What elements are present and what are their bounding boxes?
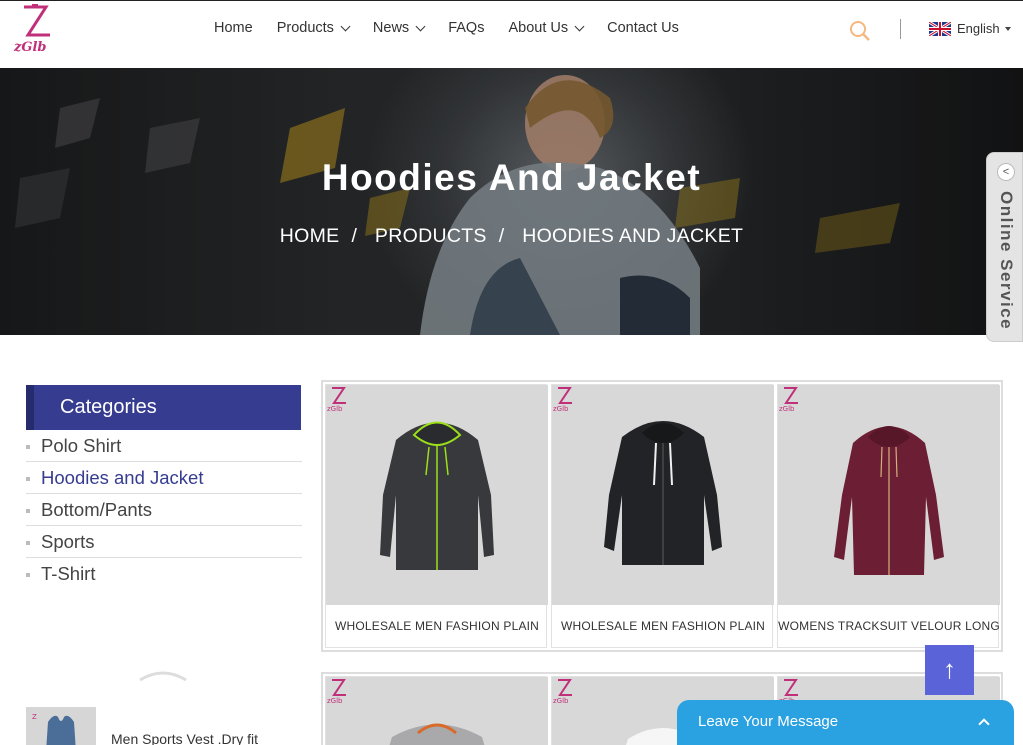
category-list: Polo Shirt Hoodies and Jacket Bottom/Pan… — [26, 430, 302, 590]
product-image: zGlb — [778, 385, 1000, 605]
page: zGlb Home Products News FAQs About Us Co… — [0, 0, 1023, 745]
brand-watermark: zGlb — [553, 387, 572, 413]
breadcrumb-separator: / — [498, 225, 505, 247]
brand-watermark: zGlb — [327, 679, 346, 705]
categories-title: Categories — [60, 396, 157, 418]
chevron-down-icon — [415, 21, 426, 32]
breadcrumb-separator: / — [351, 225, 358, 247]
category-t-shirt[interactable]: T-Shirt — [26, 558, 302, 590]
product-image: zGlb — [552, 385, 774, 605]
svg-text:zGlb: zGlb — [327, 697, 343, 705]
chevron-down-icon — [574, 21, 585, 32]
nav-products[interactable]: Products — [277, 20, 351, 36]
svg-text:zGlb: zGlb — [779, 405, 795, 413]
language-selector[interactable]: English — [929, 21, 1011, 36]
vest-image: Z — [26, 707, 96, 745]
product-image: zGlb — [326, 677, 548, 745]
breadcrumb-current: HOODIES AND JACKET — [522, 225, 744, 247]
collapse-arrow-icon[interactable]: < — [997, 163, 1015, 181]
main-nav: Home Products News FAQs About Us Contact… — [214, 20, 703, 36]
online-service-label: Online Service — [997, 191, 1016, 331]
category-polo-shirt[interactable]: Polo Shirt — [26, 430, 302, 462]
bullet-icon — [26, 477, 30, 481]
brand-watermark: zGlb — [327, 387, 346, 413]
banner-background-image — [0, 68, 1023, 335]
breadcrumb-home[interactable]: HOME — [280, 225, 340, 247]
back-to-top-button[interactable]: ↑ — [925, 645, 974, 695]
site-header: zGlb Home Products News FAQs About Us Co… — [0, 0, 1023, 68]
search-icon[interactable] — [849, 20, 871, 42]
nav-home[interactable]: Home — [214, 20, 253, 36]
brand-watermark: zGlb — [553, 679, 572, 705]
categories-heading: Categories — [26, 385, 301, 430]
nav-faqs[interactable]: FAQs — [448, 20, 484, 36]
bullet-icon — [26, 445, 30, 449]
site-logo[interactable]: zGlb — [12, 3, 62, 55]
breadcrumb-products[interactable]: PRODUCTS — [375, 225, 487, 247]
category-sports[interactable]: Sports — [26, 526, 302, 558]
product-image: zGlb — [326, 385, 548, 605]
svg-text:zGlb: zGlb — [553, 405, 569, 413]
page-banner: Hoodies And Jacket HOME / PRODUCTS / HOODI… — [0, 68, 1023, 335]
chevron-down-icon — [340, 21, 351, 32]
breadcrumb: HOME / PRODUCTS / HOODIES AND JACKET — [0, 225, 1023, 248]
category-bottom-pants[interactable]: Bottom/Pants — [26, 494, 302, 526]
leave-message-label: Leave Your Message — [698, 713, 839, 730]
scroll-up-chevron-icon[interactable] — [138, 668, 188, 682]
product-title[interactable]: WHOLESALE MEN FASHION PLAIN — [552, 605, 774, 647]
featured-product-thumbnail[interactable]: Z — [26, 707, 96, 745]
product-card[interactable]: zGlb WOMENS TRACKSUIT VELOUR LONG — [777, 384, 1000, 648]
chevron-up-icon — [978, 718, 990, 730]
product-card[interactable]: zGlb WHOLESALE MEN FASHION PLAIN — [325, 384, 548, 648]
bullet-icon — [26, 573, 30, 577]
brand-watermark: zGlb — [779, 387, 798, 413]
nav-contact-us[interactable]: Contact Us — [607, 20, 679, 36]
bullet-icon — [26, 541, 30, 545]
svg-text:zGlb: zGlb — [327, 405, 343, 413]
caret-down-icon — [1004, 26, 1011, 31]
svg-text:Z: Z — [32, 713, 37, 721]
product-card[interactable]: zGlb — [325, 676, 548, 745]
uk-flag-icon — [929, 21, 951, 36]
bullet-icon — [26, 509, 30, 513]
nav-about-us[interactable]: About Us — [508, 20, 585, 36]
product-card[interactable]: zGlb WHOLESALE MEN FASHION PLAIN — [551, 384, 774, 648]
header-divider — [900, 19, 901, 39]
nav-news[interactable]: News — [373, 20, 426, 36]
leave-message-bar[interactable]: Leave Your Message — [677, 700, 1014, 745]
featured-product-title[interactable]: Men Sports Vest .Dry fit — [111, 731, 258, 745]
category-hoodies-and-jacket[interactable]: Hoodies and Jacket — [26, 462, 302, 494]
svg-text:zGlb: zGlb — [553, 697, 569, 705]
language-label: English — [957, 21, 1000, 36]
page-title: Hoodies And Jacket — [321, 157, 702, 198]
product-grid-row: zGlb WHOLESALE MEN FASHION PLAIN zGlb WH… — [321, 380, 1003, 652]
online-service-tab[interactable]: < Online Service — [986, 152, 1023, 342]
logo-text: zGlb — [13, 40, 47, 55]
product-title[interactable]: WHOLESALE MEN FASHION PLAIN — [326, 605, 548, 647]
product-title[interactable]: WOMENS TRACKSUIT VELOUR LONG — [778, 605, 1000, 647]
